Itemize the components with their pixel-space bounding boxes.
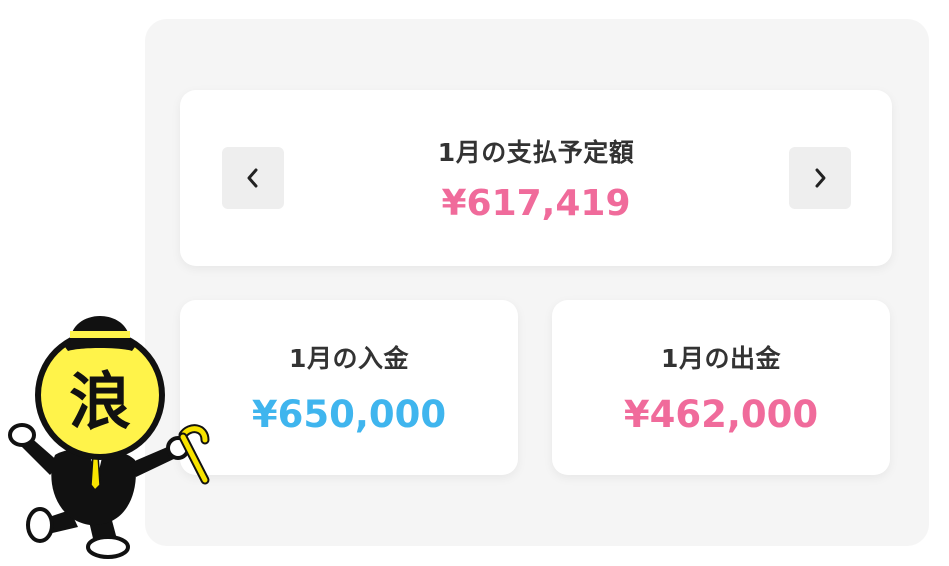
chevron-left-icon — [247, 168, 258, 188]
next-month-button[interactable] — [789, 147, 851, 209]
payment-card: 1月の支払予定額 ¥617,419 — [180, 90, 892, 266]
income-label: 1月の入金 — [289, 344, 409, 373]
previous-month-button[interactable] — [222, 147, 284, 209]
chevron-right-icon — [815, 168, 826, 188]
income-card: 1月の入金 ¥650,000 — [180, 300, 518, 475]
expense-label: 1月の出金 — [661, 344, 781, 373]
income-amount: ¥650,000 — [251, 393, 447, 436]
expense-card: 1月の出金 ¥462,000 — [552, 300, 890, 475]
expense-amount: ¥462,000 — [623, 393, 819, 436]
payment-amount: ¥617,419 — [441, 182, 631, 224]
payment-label: 1月の支払予定額 — [437, 137, 635, 167]
mascot-face-text: 浪 — [69, 365, 131, 438]
mascot-icon: 浪 — [8, 316, 210, 559]
